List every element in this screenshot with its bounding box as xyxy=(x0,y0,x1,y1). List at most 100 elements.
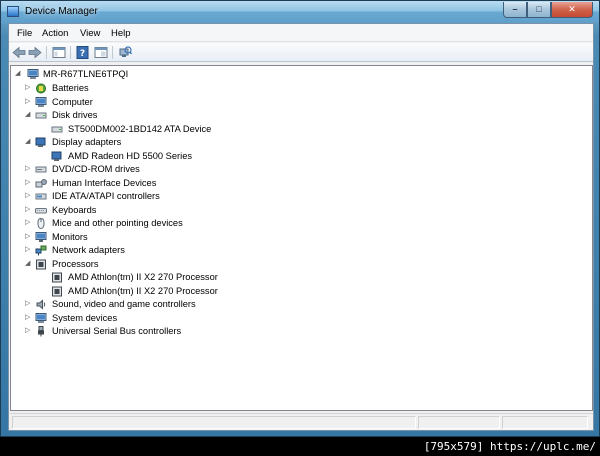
category-label: Sound, video and game controllers xyxy=(52,299,196,309)
expand-arrow-icon[interactable]: ▷ xyxy=(25,165,33,173)
menu-view[interactable]: View xyxy=(80,28,100,39)
forward-icon[interactable] xyxy=(28,46,42,59)
device-label: ST500DM002-1BD142 ATA Device xyxy=(68,123,212,134)
dvd-drive-icon xyxy=(35,166,47,173)
usb-icon xyxy=(38,326,44,337)
minimize-button[interactable]: – xyxy=(503,2,527,18)
processor-icon xyxy=(36,259,46,269)
console-icon[interactable] xyxy=(52,46,66,59)
client-area: File Action View Help ? ◢ MR-R67TLNE6TPQ… xyxy=(8,23,594,431)
toolbar-separator xyxy=(70,46,71,59)
tree-category-batteries[interactable]: ▷ Batteries xyxy=(25,82,175,95)
tree-category-hid[interactable]: ▷ Human Interface Devices xyxy=(25,177,185,190)
computer-name: MR-R67TLNE6TPQI xyxy=(43,69,129,79)
tree-category-usb[interactable]: ▷ Universal Serial Bus controllers xyxy=(25,325,225,338)
collapse-arrow-icon[interactable]: ◢ xyxy=(25,111,33,119)
tree-device-processor-1[interactable]: AMD Athlon(tm) II X2 270 Processor xyxy=(51,271,271,284)
category-label: Human Interface Devices xyxy=(52,177,157,188)
tree-category-keyboards[interactable]: ▷ Keyboards xyxy=(25,204,175,217)
collapse-arrow-icon[interactable]: ◢ xyxy=(25,138,33,146)
category-label: Universal Serial Bus controllers xyxy=(52,326,182,336)
computer-icon xyxy=(35,96,47,107)
tree-category-disk-drives[interactable]: ◢ Disk drives xyxy=(25,109,175,122)
expand-arrow-icon[interactable]: ▷ xyxy=(25,192,33,200)
category-label: Monitors xyxy=(52,231,88,242)
category-label: Processors xyxy=(52,258,99,269)
title-bar[interactable]: Device Manager – □ ✕ xyxy=(1,1,599,23)
tree-category-display-adapters[interactable]: ◢ Display adapters xyxy=(25,136,175,149)
maximize-button[interactable]: □ xyxy=(527,2,551,18)
device-manager-icon xyxy=(7,6,19,17)
disk-drive-icon xyxy=(51,126,63,132)
expand-arrow-icon[interactable]: ▷ xyxy=(25,233,33,241)
menu-action[interactable]: Action xyxy=(42,28,68,39)
toolbar-separator xyxy=(46,46,47,59)
category-label: System devices xyxy=(52,312,118,323)
window-title: Device Manager xyxy=(25,6,98,17)
status-cell xyxy=(418,416,500,429)
category-label: Batteries xyxy=(52,83,89,93)
display-adapter-icon xyxy=(51,151,62,161)
help-icon[interactable]: ? xyxy=(76,46,90,59)
battery-icon xyxy=(36,83,46,94)
tree-device-disk[interactable]: ST500DM002-1BD142 ATA Device xyxy=(51,123,251,136)
tree-category-dvd[interactable]: ▷ DVD/CD-ROM drives xyxy=(25,163,175,176)
device-tree[interactable]: ◢ MR-R67TLNE6TPQI ▷ Batteries ▷ Computer… xyxy=(10,65,593,411)
tree-category-computer[interactable]: ▷ Computer xyxy=(25,96,175,109)
category-label: Network adapters xyxy=(52,245,125,255)
tree-category-system[interactable]: ▷ System devices xyxy=(25,312,175,325)
expand-arrow-icon[interactable]: ▷ xyxy=(25,179,33,187)
expand-arrow-icon[interactable]: ▷ xyxy=(25,246,33,254)
category-label: Disk drives xyxy=(52,110,98,120)
menu-file[interactable]: File xyxy=(17,28,32,39)
expand-arrow-icon[interactable]: ▷ xyxy=(25,206,33,214)
tree-category-mice[interactable]: ▷ Mice and other pointing devices xyxy=(25,217,225,230)
properties-icon[interactable] xyxy=(94,46,108,59)
expand-arrow-icon[interactable]: ▷ xyxy=(25,84,33,92)
back-icon[interactable] xyxy=(12,46,26,59)
svg-text:?: ? xyxy=(80,49,85,59)
caption-buttons: – □ ✕ xyxy=(503,2,593,18)
toolbar: ? xyxy=(9,43,593,62)
display-adapter-icon xyxy=(35,137,46,147)
category-label: IDE ATA/ATAPI controllers xyxy=(52,191,160,201)
collapse-arrow-icon[interactable]: ◢ xyxy=(15,70,23,78)
hid-icon xyxy=(35,178,47,187)
device-manager-window: Device Manager – □ ✕ File Action View He… xyxy=(0,0,600,437)
tree-category-ide[interactable]: ▷ IDE ATA/ATAPI controllers xyxy=(25,190,195,203)
toolbar-separator xyxy=(112,46,113,59)
ide-controller-icon xyxy=(35,193,47,200)
category-label: DVD/CD-ROM drives xyxy=(52,164,140,174)
disk-drive-icon xyxy=(35,112,47,119)
status-cell xyxy=(502,416,588,429)
watermark-caption: [795x579] https://uplc.me/ xyxy=(419,437,600,456)
tree-category-monitors[interactable]: ▷ Monitors xyxy=(25,231,175,244)
network-adapter-icon xyxy=(35,245,47,256)
tree-category-processors[interactable]: ◢ Processors xyxy=(25,258,175,271)
tree-category-network[interactable]: ▷ Network adapters xyxy=(25,244,175,257)
system-device-icon xyxy=(35,312,47,323)
device-label: AMD Athlon(tm) II X2 270 Processor xyxy=(68,285,218,296)
expand-arrow-icon[interactable]: ▷ xyxy=(25,327,33,335)
tree-device-display[interactable]: AMD Radeon HD 5500 Series xyxy=(51,150,251,163)
sound-icon xyxy=(36,299,46,310)
expand-arrow-icon[interactable]: ▷ xyxy=(25,314,33,322)
processor-icon xyxy=(52,286,62,296)
menu-help[interactable]: Help xyxy=(111,28,131,39)
expand-arrow-icon[interactable]: ▷ xyxy=(25,300,33,308)
status-cell-main xyxy=(12,416,416,429)
category-label: Mice and other pointing devices xyxy=(52,218,183,228)
category-label: Computer xyxy=(52,96,93,107)
scan-hardware-icon[interactable] xyxy=(118,46,132,59)
mouse-icon xyxy=(37,218,45,229)
tree-root[interactable]: ◢ MR-R67TLNE6TPQI xyxy=(15,68,165,81)
expand-arrow-icon[interactable]: ▷ xyxy=(25,98,33,106)
tree-device-processor-2[interactable]: AMD Athlon(tm) II X2 270 Processor xyxy=(51,285,271,298)
collapse-arrow-icon[interactable]: ◢ xyxy=(25,260,33,268)
processor-icon xyxy=(52,272,62,283)
expand-arrow-icon[interactable]: ▷ xyxy=(25,219,33,227)
category-label: Display adapters xyxy=(52,137,122,147)
close-button[interactable]: ✕ xyxy=(551,2,593,18)
tree-category-sound[interactable]: ▷ Sound, video and game controllers xyxy=(25,298,225,311)
category-label: Keyboards xyxy=(52,204,97,215)
